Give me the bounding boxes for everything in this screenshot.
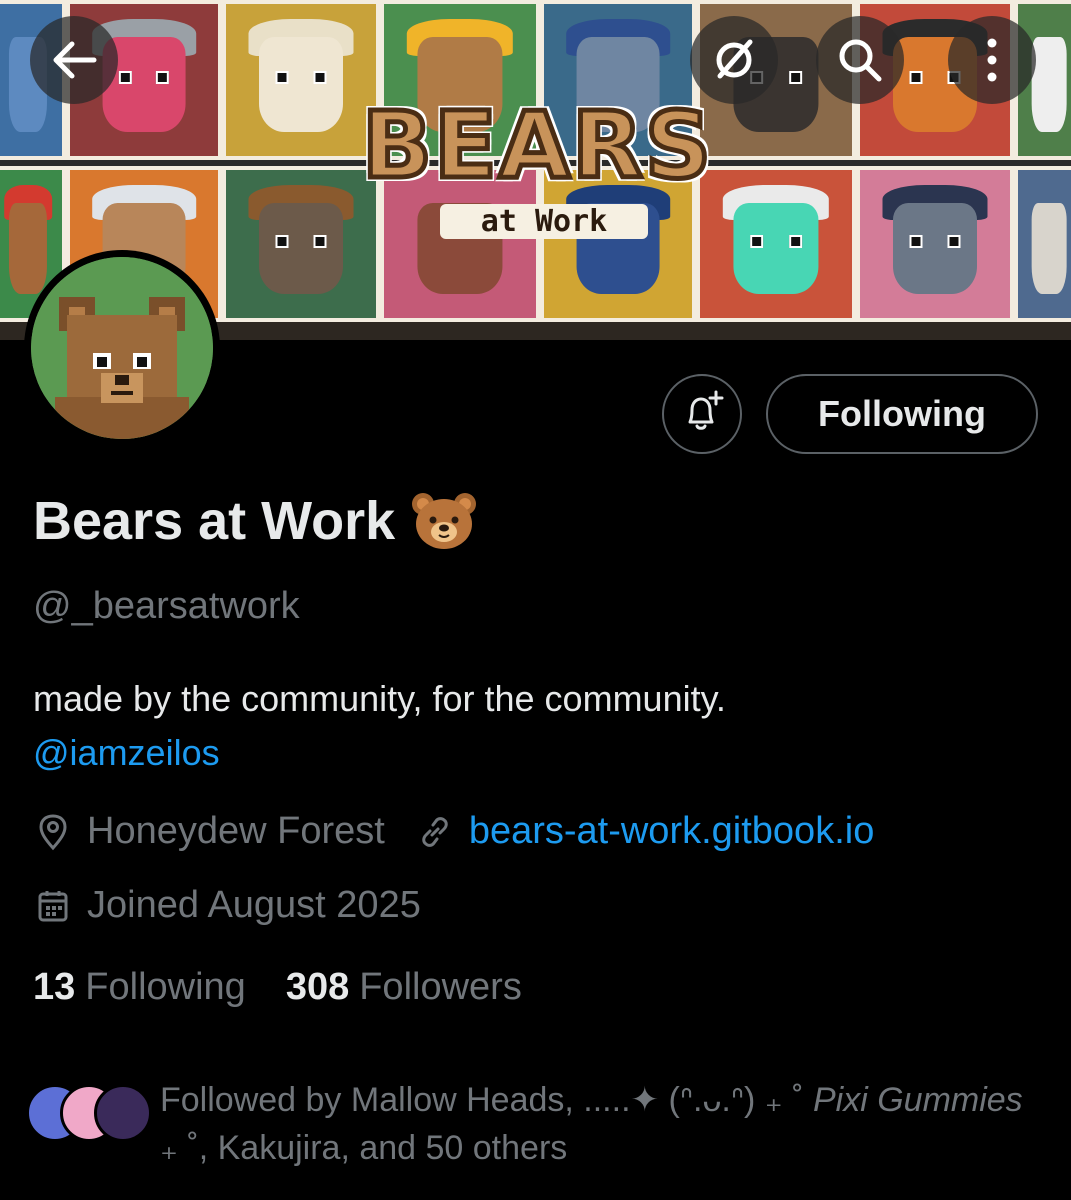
avatar[interactable] xyxy=(24,250,220,446)
slashed-circle-icon xyxy=(708,34,760,86)
notifications-button[interactable] xyxy=(662,374,742,454)
followers-count: 308 xyxy=(285,966,350,1008)
logo-subtitle: at Work xyxy=(440,204,648,239)
profile-joined-row: Joined August 2025 xyxy=(33,884,421,927)
logo-title: BEARS xyxy=(359,90,714,202)
grok-button[interactable] xyxy=(690,16,778,104)
location-pin-icon xyxy=(33,812,73,852)
arrow-left-icon xyxy=(50,40,98,80)
follower-avatar xyxy=(94,1084,152,1142)
following-stat-label: Following xyxy=(85,966,246,1008)
followed-by-avatars[interactable] xyxy=(26,1076,152,1146)
link-icon xyxy=(415,812,455,852)
profile-bio: made by the community, for the community… xyxy=(33,672,726,780)
followers-stat[interactable]: 308 Followers xyxy=(286,966,522,1009)
followed-by-italic-name: Pixi Gummies xyxy=(812,1081,1023,1119)
search-icon xyxy=(835,35,885,85)
following-button[interactable]: Following xyxy=(766,374,1038,454)
banner-tile xyxy=(856,166,1014,322)
bear-face-icon xyxy=(411,492,477,550)
followers-stat-label: Followers xyxy=(359,966,522,1008)
calendar-icon xyxy=(33,886,73,926)
back-button[interactable] xyxy=(30,16,118,104)
display-name-text: Bears at Work xyxy=(33,491,396,551)
more-button[interactable] xyxy=(948,16,1036,104)
bio-mention-link[interactable]: @iamzeilos xyxy=(33,726,726,780)
followed-by-text[interactable]: Followed by Mallow Heads, .....✦ (ᐢ.ᴗ.ᐢ)… xyxy=(160,1076,1040,1172)
bell-plus-icon xyxy=(680,390,724,439)
more-vertical-icon xyxy=(985,37,999,83)
profile-meta-row: Honeydew Forest bears-at-work.gitbook.io xyxy=(33,810,874,853)
profile-website-link[interactable]: bears-at-work.gitbook.io xyxy=(469,810,875,853)
search-button[interactable] xyxy=(816,16,904,104)
follow-stats: 13 Following 308 Followers xyxy=(33,966,522,1009)
following-count: 13 xyxy=(33,966,76,1008)
profile-handle: @_bearsatwork xyxy=(33,585,300,627)
bears-at-work-logo: BEARS at Work xyxy=(345,90,730,247)
banner-tile xyxy=(1014,166,1071,322)
bio-text: made by the community, for the community… xyxy=(33,678,726,719)
avatar-image xyxy=(31,257,213,439)
profile-joined-date: Joined August 2025 xyxy=(87,884,421,926)
followed-by-prefix: Followed by Mallow Heads, .....✦ (ᐢ.ᴗ.ᐢ)… xyxy=(160,1081,813,1119)
profile-location: Honeydew Forest xyxy=(87,810,385,852)
following-button-label: Following xyxy=(818,393,986,434)
following-stat[interactable]: 13 Following xyxy=(33,966,246,1009)
display-name: Bears at Work xyxy=(33,490,477,552)
followed-by-suffix: ₊ ˚, Kakujira, and 50 others xyxy=(160,1129,568,1167)
